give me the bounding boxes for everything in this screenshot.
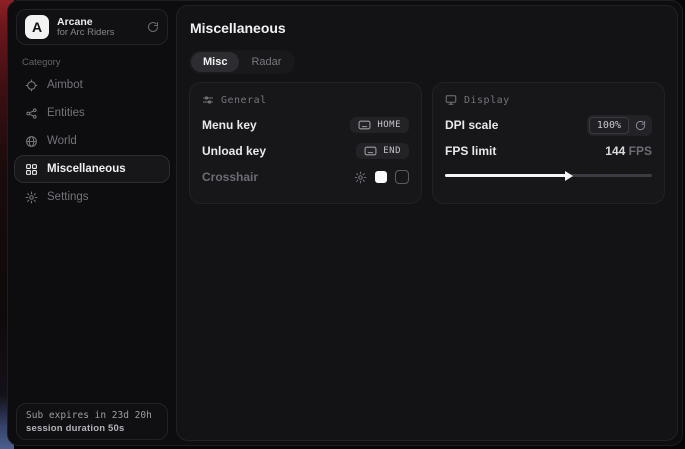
dpi-reset-icon[interactable] [635,120,646,131]
display-card: Display DPI scale 100% FPS limit [432,82,665,204]
session-duration-text: session duration 50s [26,423,158,434]
dpi-scale-row: DPI scale 100% [445,112,652,138]
sidebar-item-label: Entities [47,107,85,119]
grid-icon [24,163,38,176]
general-card: General Menu key HOME Unload key [189,82,422,204]
unload-key-row: Unload key END [202,138,409,164]
sidebar-item-label: Settings [47,191,89,203]
fps-limit-value: 144 FPS [605,144,652,158]
category-label: Category [22,57,61,68]
tab-bar: Misc Radar [189,50,295,74]
display-card-header: Display [445,94,652,106]
sidebar-nav: Aimbot Entities World [14,71,170,211]
menu-keybind-value: HOME [377,120,401,130]
nodes-icon [24,107,38,120]
unload-key-label: Unload key [202,144,266,158]
keyboard-icon [364,146,377,156]
fps-limit-row: FPS limit 144 FPS [445,138,652,164]
gear-icon [24,191,38,204]
sidebar-item-world[interactable]: World [14,127,170,155]
dpi-scale-control[interactable]: 100% [587,115,652,136]
app-texts: Arcane for Arc Riders [57,16,139,39]
app-title: Arcane [57,16,139,28]
sidebar-item-aimbot[interactable]: Aimbot [14,71,170,99]
sidebar: A Arcane for Arc Riders Category Aimbot [8,1,176,445]
app-logo: A [25,15,49,39]
app-subtitle: for Arc Riders [57,28,139,39]
refresh-icon[interactable] [147,21,159,33]
main-panel: Miscellaneous Misc Radar General [176,5,678,441]
cards-row: General Menu key HOME Unload key [189,82,665,204]
sidebar-item-settings[interactable]: Settings [14,183,170,211]
menu-keybind-button[interactable]: HOME [350,117,409,133]
fps-unit: FPS [629,144,652,158]
crosshair-label: Crosshair [202,170,258,184]
display-card-title: Display [464,95,510,106]
globe-icon [24,135,38,148]
sidebar-item-label: Miscellaneous [47,163,126,175]
crosshair-toggle-checkbox[interactable] [395,170,409,184]
sub-expiry-text: Sub expires in 23d 20h [26,410,158,421]
fps-slider-fill [445,174,567,177]
fps-number: 144 [605,144,625,158]
fps-slider-thumb[interactable] [565,171,573,181]
unload-keybind-value: END [383,146,401,156]
sidebar-item-miscellaneous[interactable]: Miscellaneous [14,155,170,183]
crosshair-controls [354,170,409,184]
sliders-icon [202,94,214,106]
keyboard-icon [358,120,371,130]
tab-misc[interactable]: Misc [191,52,239,72]
crosshair-icon [24,79,38,92]
sidebar-item-entities[interactable]: Entities [14,99,170,127]
menu-key-label: Menu key [202,118,257,132]
fps-limit-label: FPS limit [445,144,496,158]
subscription-card: Sub expires in 23d 20h session duration … [16,403,168,440]
dpi-scale-value[interactable]: 100% [589,117,629,134]
sidebar-item-label: World [47,135,77,147]
crosshair-settings-gear-icon[interactable] [354,171,367,184]
menu-key-row: Menu key HOME [202,112,409,138]
page-title: Miscellaneous [190,20,286,36]
crosshair-row: Crosshair [202,164,409,190]
unload-keybind-button[interactable]: END [356,143,409,159]
general-card-title: General [221,95,267,106]
fps-limit-slider[interactable] [445,169,652,181]
dpi-scale-label: DPI scale [445,118,498,132]
tab-radar[interactable]: Radar [239,52,293,72]
general-card-header: General [202,94,409,106]
crosshair-color-swatch[interactable] [375,171,387,183]
overlay-window: A Arcane for Arc Riders Category Aimbot [7,0,683,446]
sidebar-item-label: Aimbot [47,79,83,91]
app-header-card: A Arcane for Arc Riders [16,9,168,45]
monitor-icon [445,94,457,106]
